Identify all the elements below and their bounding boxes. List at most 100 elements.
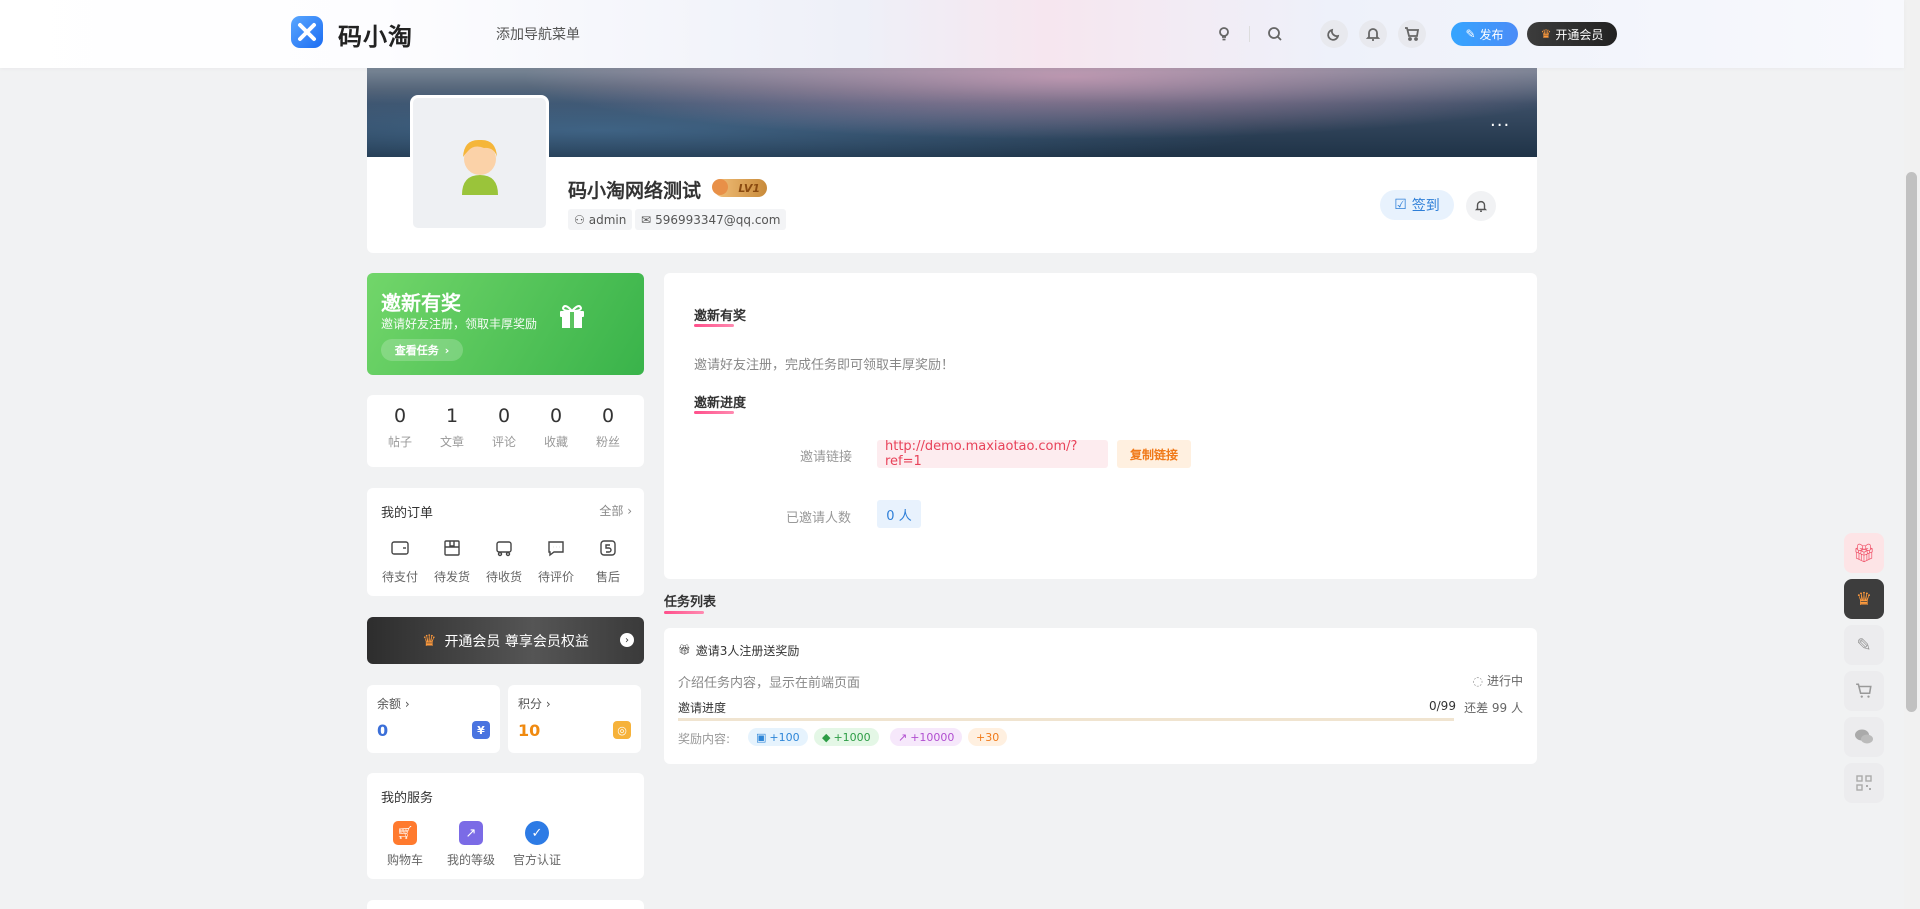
view-task-button[interactable]: 查看任务 › [381, 339, 463, 361]
reward-value: +100 [769, 730, 800, 744]
bell-icon [1474, 200, 1488, 212]
stat-favorites[interactable]: 0 收藏 [531, 405, 581, 450]
pencil-icon: ✎ [1856, 634, 1872, 656]
user-icon: ⚇ [574, 212, 585, 227]
moon-icon[interactable] [1320, 20, 1348, 48]
chevron-right-icon: › [545, 697, 551, 711]
stats-card: 0 帖子 1 文章 0 评论 0 收藏 0 粉丝 [367, 395, 644, 467]
points-label: 积分 [518, 697, 543, 711]
section-underline [694, 324, 734, 327]
points-value: 10 [518, 721, 541, 740]
wallet-icon [391, 541, 409, 555]
logo-icon[interactable] [291, 16, 323, 48]
chevron-right-icon: › [444, 343, 450, 357]
service-cart[interactable]: 🛒︎ 购物车 [372, 821, 438, 868]
lightbulb-icon[interactable] [1210, 20, 1238, 48]
invite-promo-card[interactable]: 邀新有奖 邀请好友注册，领取丰厚奖励 查看任务 › [367, 273, 644, 375]
stat-label: 收藏 [543, 435, 568, 449]
calendar-check-icon: ☑ [1394, 197, 1407, 213]
email-tag: ✉ 596993347@qq.com [635, 209, 787, 230]
wechat-icon [1855, 729, 1873, 744]
crown-icon: ♛ [1855, 588, 1873, 610]
level-icon: ↗ [459, 821, 483, 845]
stat-comments[interactable]: 0 评论 [479, 405, 529, 450]
nav-add-menu[interactable]: 添加导航菜单 [496, 24, 580, 44]
order-pending-payment[interactable]: 待支付 [375, 538, 425, 585]
invite-link-value[interactable]: http://demo.maxiaotao.com/?ref=1 [877, 439, 1108, 469]
float-vip-button[interactable]: ♛ [1844, 579, 1884, 619]
float-cart-button[interactable] [1844, 671, 1884, 711]
task-remaining: 还差 99 人 [1464, 701, 1523, 715]
service-label: 官方认证 [512, 853, 561, 867]
vip-promo-label: 开通会员 尊享会员权益 [444, 633, 589, 650]
task-name: 🎁︎ 邀请3人注册送奖励 [678, 642, 799, 659]
cart-icon [1856, 683, 1872, 698]
stat-value: 0 [393, 405, 407, 427]
section-underline [664, 611, 704, 614]
reward-exp: ↗ +10000 [890, 728, 963, 746]
task-name-label: 邀请3人注册送奖励 [695, 644, 800, 658]
service-level[interactable]: ↗ 我的等级 [438, 821, 504, 868]
order-pending-receipt[interactable]: 待收货 [479, 538, 529, 585]
publish-button[interactable]: ✎ 发布 [1451, 22, 1518, 46]
divider [1249, 26, 1250, 42]
float-gift-button[interactable]: 🎁︎ [1844, 533, 1884, 573]
section-title-progress: 邀新进度 [694, 396, 747, 411]
sign-in-button[interactable]: ☑ 签到 [1380, 190, 1454, 220]
balance-card[interactable]: 余额 › 0 ¥ [367, 685, 500, 753]
float-wechat-button[interactable] [1844, 717, 1884, 757]
avatar[interactable] [410, 95, 549, 231]
stat-posts[interactable]: 0 帖子 [375, 405, 425, 450]
service-verified[interactable]: ✓ 官方认证 [504, 821, 570, 868]
order-pending-review[interactable]: 待评价 [531, 538, 581, 585]
cash-icon: ▣ [756, 730, 767, 744]
cart-icon: 🛒︎ [393, 821, 417, 845]
vip-button[interactable]: ♛ 开通会员 [1527, 22, 1617, 46]
orders-all-link[interactable]: 全部 › [599, 502, 632, 519]
cart-icon[interactable] [1398, 20, 1426, 48]
stat-fans[interactable]: 0 粉丝 [583, 405, 633, 450]
invite-main-card: 邀新有奖 邀请好友注册，完成任务即可领取丰厚奖励！ 邀新进度 邀请链接 http… [664, 273, 1537, 579]
task-status-label: 进行中 [1486, 674, 1523, 688]
services-title: 我的服务 [381, 791, 434, 806]
invited-count-label: 已邀请人数 [786, 511, 852, 526]
yuan-icon: ¥ [472, 721, 490, 739]
stat-label: 帖子 [387, 435, 412, 449]
profile-bell-button[interactable] [1466, 191, 1496, 221]
chevron-right-icon: › [620, 633, 634, 647]
float-qrcode-button[interactable] [1844, 763, 1884, 803]
vip-promo-bar[interactable]: ♛ 开通会员 尊享会员权益 › [367, 617, 644, 664]
stat-articles[interactable]: 1 文章 [427, 405, 477, 450]
points-title: 积分 › [518, 695, 551, 712]
order-after-sales[interactable]: 售后 [583, 538, 633, 585]
logo-text[interactable]: 码小淘 [338, 17, 413, 52]
diamond-icon: ◆ [822, 730, 831, 744]
view-task-label: 查看任务 [394, 344, 439, 357]
crown-icon: ♛ [1540, 27, 1552, 41]
scrollbar-thumb[interactable] [1906, 172, 1917, 712]
invite-description: 邀请好友注册，完成任务即可领取丰厚奖励！ [694, 358, 955, 373]
bell-icon[interactable] [1359, 20, 1387, 48]
truck-icon [496, 541, 512, 557]
coins-icon: ◎ [613, 721, 631, 739]
order-pending-shipment[interactable]: 待发货 [427, 538, 477, 585]
vip-label: 开通会员 [1555, 27, 1604, 42]
task-description: 介绍任务内容，显示在前端页面 [678, 676, 861, 691]
points-card[interactable]: 积分 › 10 ◎ [508, 685, 641, 753]
top-header: 码小淘 添加导航菜单 ✎ 发布 ♛ 开通会员 [0, 0, 1904, 68]
float-edit-button[interactable]: ✎ [1844, 625, 1884, 665]
search-icon[interactable] [1261, 20, 1289, 48]
copy-link-button[interactable]: 复制链接 [1117, 440, 1191, 468]
chevron-right-icon: › [627, 504, 632, 518]
stat-label: 文章 [439, 435, 464, 449]
chevron-right-icon: › [404, 697, 410, 711]
stat-value: 0 [497, 405, 511, 427]
services-card: 我的服务 🛒︎ 购物车 ↗ 我的等级 ✓ 官方认证 [367, 773, 644, 879]
more-icon[interactable]: ··· [1490, 117, 1510, 135]
gift-icon [557, 301, 587, 333]
reward-points: +30 [968, 728, 1008, 746]
balance-label: 余额 [377, 697, 402, 711]
order-label: 待评价 [537, 570, 574, 584]
task-status: ◌ 进行中 [1473, 672, 1524, 689]
spinner-icon: ◌ [1472, 673, 1483, 688]
